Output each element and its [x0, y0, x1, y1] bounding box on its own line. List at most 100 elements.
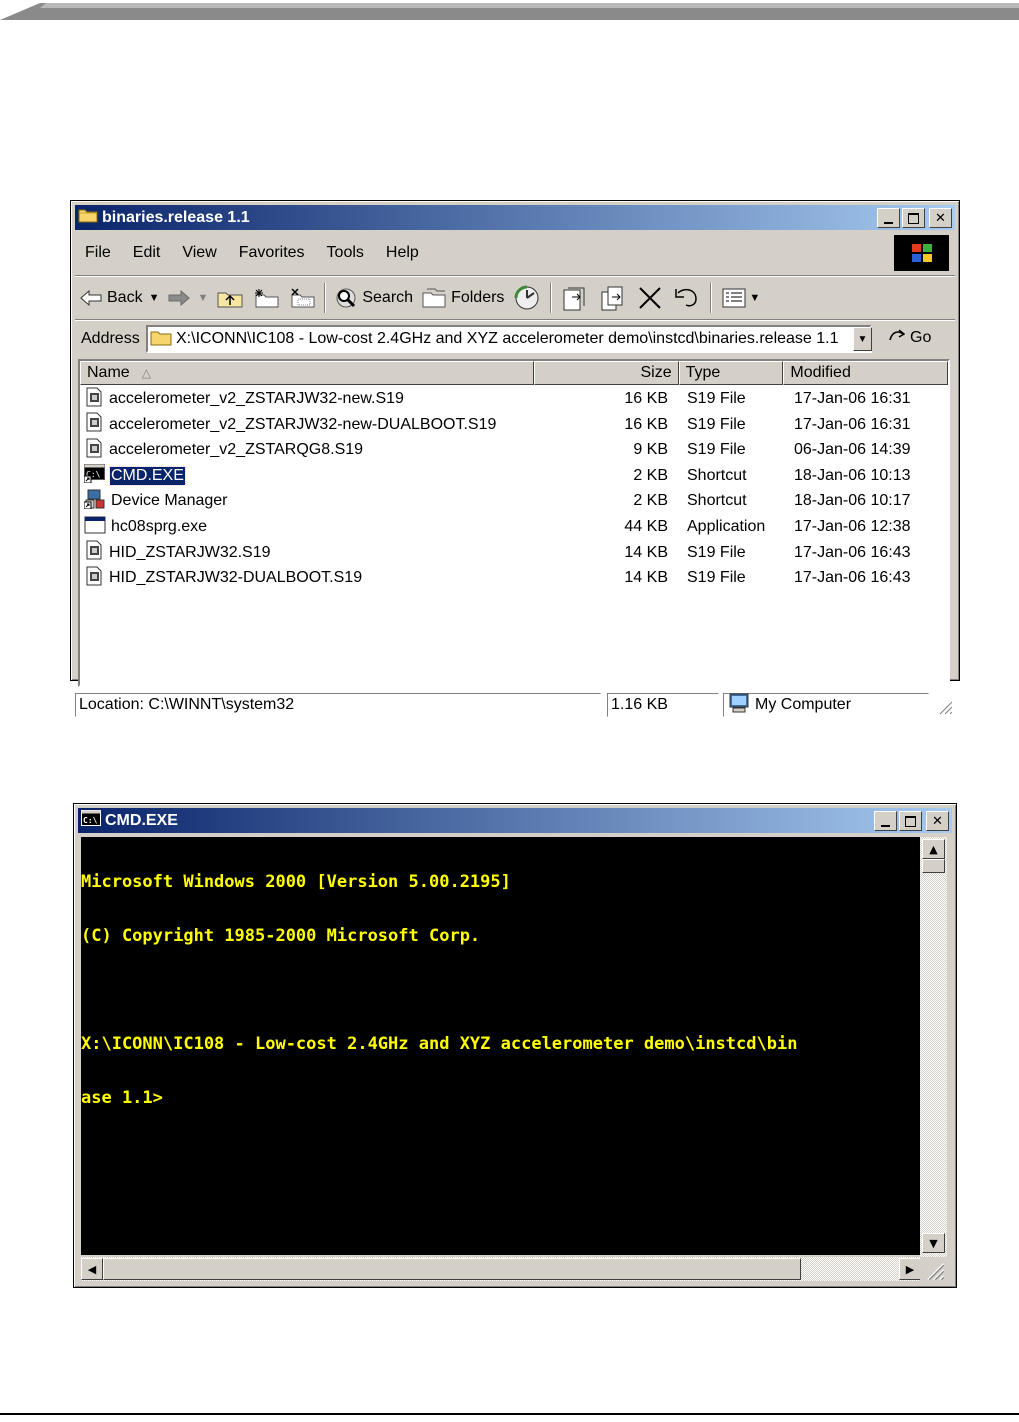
search-button[interactable]: Search: [330, 281, 417, 315]
delete-folder-button[interactable]: [284, 281, 320, 315]
move-to-button[interactable]: [556, 281, 594, 315]
folders-icon: [421, 287, 447, 309]
menu-bar: File Edit View Favorites Tools Help: [75, 232, 955, 274]
file-row[interactable]: hc08sprg.exe 44 KB Application 17-Jan-06 12…: [80, 515, 948, 539]
file-list-header: Name △ Size Type Modified: [80, 361, 948, 385]
console-output[interactable]: Microsoft Windows 2000 [Version 5.00.219…: [81, 837, 920, 1255]
file-name: CMD.EXE: [109, 465, 186, 486]
menu-file[interactable]: File: [75, 244, 122, 262]
vertical-scroll-thumb[interactable]: [922, 859, 945, 873]
file-name-cell: hc08sprg.exe: [84, 515, 208, 540]
file-row[interactable]: Device Manager 2 KB Shortcut 18-Jan-06 10:1…: [80, 489, 948, 513]
file-name-cell: Device Manager: [83, 489, 229, 514]
horizontal-scrollbar[interactable]: ◀ ▶: [81, 1257, 921, 1281]
file-name: Device Manager: [111, 492, 228, 510]
back-button[interactable]: Back ▼: [75, 281, 163, 315]
forward-dropdown-icon[interactable]: ▼: [197, 292, 208, 304]
go-arrow-icon: [887, 326, 907, 349]
close-button[interactable]: ✕: [926, 811, 949, 831]
close-button[interactable]: ✕: [929, 208, 952, 228]
back-arrow-icon: [79, 289, 103, 307]
vertical-scrollbar[interactable]: ▲ ▼: [920, 837, 947, 1257]
cmd-titlebar[interactable]: C:\ CMD.EXE ✕: [78, 808, 952, 833]
file-row[interactable]: accelerometer_v2_ZSTARJW32-new.S19 16 KB S…: [80, 387, 948, 411]
views-dropdown-icon[interactable]: ▼: [749, 292, 760, 304]
resize-grip-icon[interactable]: [935, 697, 953, 715]
cmd-window: C:\ CMD.EXE ✕ Microsoft Windows 2000 [Ve…: [73, 803, 957, 1288]
toolbar-separator: [550, 283, 553, 313]
status-zone: My Computer: [723, 693, 929, 717]
file-row[interactable]: C:\ CMD.EXE 2 KB Shortcut 18-Jan-06 10:13: [80, 464, 948, 488]
column-type-header[interactable]: Type: [678, 361, 784, 385]
go-button[interactable]: Go: [887, 326, 931, 349]
copy-to-button[interactable]: [594, 281, 632, 315]
file-modified: 17-Jan-06 16:31: [794, 390, 911, 407]
menu-view[interactable]: View: [171, 244, 227, 262]
scroll-corner: [920, 1257, 947, 1281]
views-icon: [720, 286, 748, 310]
minimize-button[interactable]: [874, 811, 897, 831]
status-location: Location: C:\WINNT\system32: [75, 693, 601, 717]
console-line: (C) Copyright 1985-2000 Microsoft Corp.: [81, 926, 481, 946]
file-size: 16 KB: [624, 390, 668, 407]
explorer-titlebar[interactable]: binaries.release 1.1 ✕: [75, 205, 955, 230]
file-size: 2 KB: [633, 466, 668, 484]
history-button[interactable]: [508, 281, 546, 315]
menu-tools[interactable]: Tools: [316, 244, 375, 262]
file-row[interactable]: HID_ZSTARJW32.S19 14 KB S19 File 17-Jan-06 …: [80, 540, 948, 565]
move-to-icon: [560, 285, 590, 311]
column-modified-header[interactable]: Modified: [783, 361, 948, 385]
folder-options-icon: [288, 287, 316, 309]
menu-favorites[interactable]: Favorites: [228, 244, 316, 262]
file-row[interactable]: accelerometer_v2_ZSTARJW32-new-DUALBOOT.…: [80, 412, 948, 437]
scroll-right-button[interactable]: ▶: [899, 1258, 921, 1280]
new-folder-icon: [252, 287, 280, 309]
address-bar: Address X:\ICONN\IC108 - Low-cost 2.4GHz…: [75, 321, 955, 357]
undo-icon: [672, 285, 702, 311]
maximize-button[interactable]: [899, 811, 922, 831]
file-name: HID_ZSTARJW32-DUALBOOT.S19: [109, 569, 363, 587]
console-icon: C:\: [83, 463, 106, 488]
menu-help[interactable]: Help: [375, 244, 430, 262]
application-icon: [84, 515, 106, 540]
file-modified: 18-Jan-06 10:17: [794, 492, 911, 510]
scroll-left-button[interactable]: ◀: [81, 1258, 103, 1280]
file-type: S19 File: [687, 390, 746, 407]
undo-button[interactable]: [668, 281, 706, 315]
back-dropdown-icon[interactable]: ▼: [149, 292, 160, 304]
menu-edit[interactable]: Edit: [122, 244, 172, 262]
file-name-cell: HID_ZSTARJW32.S19: [84, 540, 272, 565]
column-size-header[interactable]: Size: [533, 361, 679, 385]
resize-grip-icon[interactable]: [923, 1259, 945, 1281]
maximize-button[interactable]: [902, 208, 925, 228]
minimize-button[interactable]: [877, 208, 900, 228]
file-row[interactable]: accelerometer_v2_ZSTARQG8.S19 9 KB S19 Fil…: [80, 438, 948, 462]
footer-rule: [0, 1413, 1019, 1415]
folders-button[interactable]: Folders: [417, 281, 508, 315]
scroll-down-button[interactable]: ▼: [922, 1233, 945, 1253]
horizontal-scroll-thumb[interactable]: [103, 1258, 801, 1280]
file-name-cell: accelerometer_v2_ZSTARJW32-new.S19: [84, 387, 405, 412]
address-input[interactable]: X:\ICONN\IC108 - Low-cost 2.4GHz and XYZ…: [146, 325, 872, 353]
file-modified: 06-Jan-06 14:39: [794, 441, 911, 459]
views-button[interactable]: ▼: [716, 281, 764, 315]
file-name: accelerometer_v2_ZSTARJW32-new.S19: [109, 390, 404, 407]
file-name: hc08sprg.exe: [111, 518, 208, 535]
up-folder-button[interactable]: [212, 281, 248, 315]
scroll-up-button[interactable]: ▲: [922, 839, 945, 859]
file-type: S19 File: [687, 569, 746, 587]
forward-button[interactable]: ▼: [163, 281, 212, 315]
new-folder-button[interactable]: [248, 281, 284, 315]
history-icon: [512, 285, 542, 311]
file-name-cell: C:\ CMD.EXE: [83, 463, 186, 488]
windows-logo-icon: [894, 235, 949, 271]
file-list[interactable]: Name △ Size Type Modified accelerometer_…: [78, 359, 950, 687]
file-name: accelerometer_v2_ZSTARQG8.S19: [109, 441, 364, 459]
address-dropdown-button[interactable]: ▼: [853, 327, 872, 351]
file-modified: 17-Jan-06 16:43: [794, 543, 911, 561]
file-row[interactable]: HID_ZSTARJW32-DUALBOOT.S19 14 KB S19 File 1…: [80, 566, 948, 590]
file-size: 2 KB: [633, 492, 668, 510]
column-name-header[interactable]: Name △: [80, 361, 534, 385]
delete-button[interactable]: [632, 281, 668, 315]
